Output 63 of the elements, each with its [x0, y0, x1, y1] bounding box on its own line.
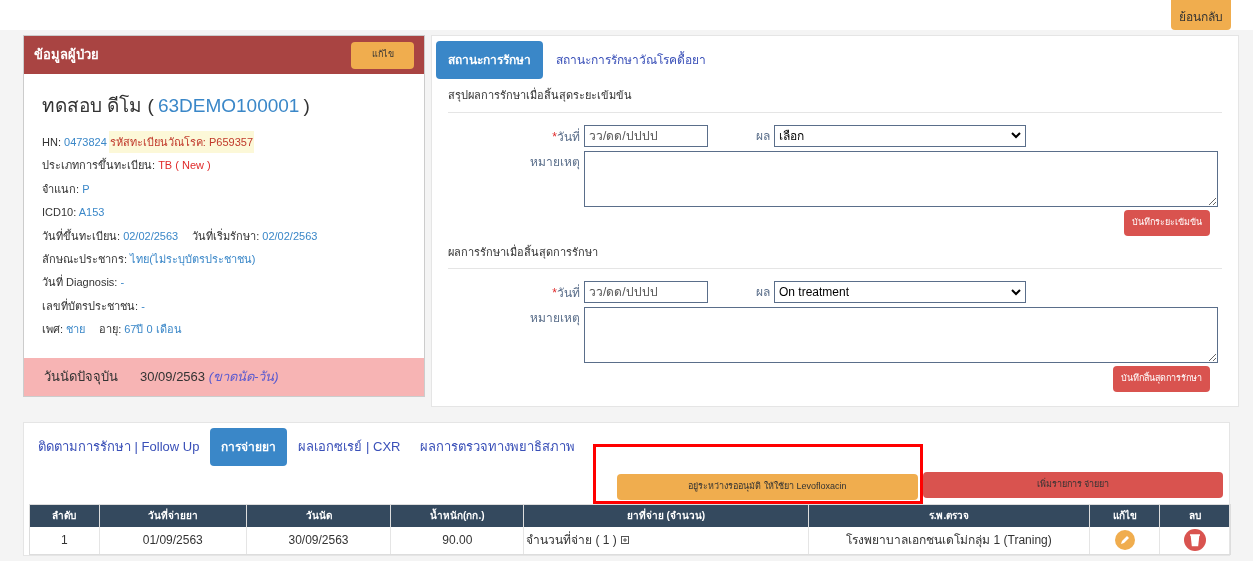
info-field: วันที่ Diagnosis: -	[42, 274, 125, 291]
info-field: รหัสทะเบียนวัณโรค: P659357	[108, 130, 254, 154]
date-label: วันที่	[557, 127, 580, 146]
section-title: สรุปผลการรักษาเมื่อสิ้นสุดระยะเข้มข้น	[448, 87, 1222, 113]
result-select[interactable]: เลือก	[774, 124, 1026, 147]
column-header: ลบ	[1160, 504, 1231, 527]
required-mark: *	[552, 129, 557, 146]
patient-name: ทดสอบ ดีโม (	[42, 93, 154, 118]
column-header: ร.พ.ตรวจ	[808, 504, 1091, 527]
note-field[interactable]	[584, 150, 1218, 207]
result-label: ผล	[755, 284, 771, 301]
note-field[interactable]	[584, 307, 1218, 363]
info-field: ลักษณะประชากร: ไทย(ไม่ระบุบัตรประชาชน)	[42, 250, 256, 268]
info-field: ประเภทการขึ้นทะเบียน: TB ( New )	[42, 157, 211, 174]
tab[interactable]: สถานะการรักษา	[436, 41, 543, 79]
tab[interactable]: สถานะการรักษาวัณโรคดื้อยา	[546, 41, 716, 79]
chevron-down-icon	[1011, 132, 1021, 139]
date-field[interactable]: วว/ดด/ปปปป	[584, 281, 708, 303]
name-bracket: )	[303, 94, 310, 118]
note-label: หมายเหตุ	[529, 310, 581, 327]
table-cell-text: 01/09/2563	[142, 532, 203, 550]
chevron-down-icon	[1011, 288, 1021, 296]
appointment-label: วันนัดปัจจุบัน	[44, 368, 118, 387]
info-field: จำแนก: P	[42, 180, 90, 198]
info-field: เพศ: ชาย	[42, 321, 86, 338]
patient-code: 63DEMO100001	[157, 94, 300, 118]
column-header: ลำดับ	[30, 504, 100, 527]
tab[interactable]: ติดตามการรักษา | Follow Up	[29, 428, 209, 466]
save-button[interactable]: บันทึกสิ้นสุดการรักษา	[1113, 366, 1210, 392]
column-header: น้ำหนัก(กก.)	[391, 504, 525, 527]
expand-icon[interactable]	[620, 536, 629, 545]
table-cell-text: 30/09/2563	[288, 532, 349, 550]
column-header: วันที่จ่ายยา	[99, 504, 247, 527]
table-cell: จำนวนที่จ่าย ( 1 )	[526, 531, 617, 550]
tab[interactable]: ผลเอกซเรย์ | CXR	[289, 428, 410, 466]
note-label: หมายเหตุ	[529, 153, 581, 171]
table-cell-text: 1	[61, 532, 68, 550]
column-header: แก้ไข	[1090, 504, 1161, 527]
info-field: วันที่ขึ้นทะเบียน: 02/02/2563	[42, 227, 179, 244]
required-mark: *	[552, 286, 557, 302]
tab[interactable]: ผลการตรวจทางพยาธิสภาพ	[411, 428, 585, 466]
column-header: วันนัด	[246, 504, 392, 527]
result-label: ผล	[755, 127, 771, 145]
pending-approval-button[interactable]: อยู่ระหว่างรออนุมัติ ให้ใช้ยา Levofloxacin	[617, 473, 918, 500]
column-header: ยาที่จ่าย (จำนวน)	[524, 504, 809, 527]
date-field[interactable]: วว/ดด/ปปปป	[584, 124, 708, 147]
table-cell-text: 90.00	[442, 532, 473, 550]
info-field: อายุ: 67ปี 0 เดือน	[99, 321, 182, 338]
section-title: ผลการรักษาเมื่อสิ้นสุดการรักษา	[448, 243, 1222, 269]
date-label: วันที่	[557, 284, 580, 302]
edit-button[interactable]: แก้ไข	[351, 41, 414, 69]
result-select[interactable]: On treatment	[774, 281, 1026, 303]
table-cell-text: โรงพยาบาลเอกชนเดโม่กลุ่ม 1 (Traning)	[846, 532, 1052, 550]
info-field: HN: 0473824	[42, 133, 107, 151]
info-field: วันที่เริ่มรักษา: 02/02/2563	[192, 227, 318, 244]
save-button[interactable]: บันทึกระยะเข้มข้น	[1124, 209, 1210, 236]
card-title: ข้อมูลผู้ป่วย	[34, 46, 99, 65]
tab[interactable]: การจ่ายยา	[210, 428, 288, 466]
info-field: ICD10: A153	[42, 204, 105, 221]
appointment-date: 30/09/2563 (ขาดนัด-วัน)	[140, 368, 279, 387]
info-field: เลขที่บัตรประชาชน: -	[42, 297, 145, 315]
back-button[interactable]: ย้อนกลับ	[1171, 0, 1231, 30]
delete-icon[interactable]	[1184, 529, 1207, 552]
